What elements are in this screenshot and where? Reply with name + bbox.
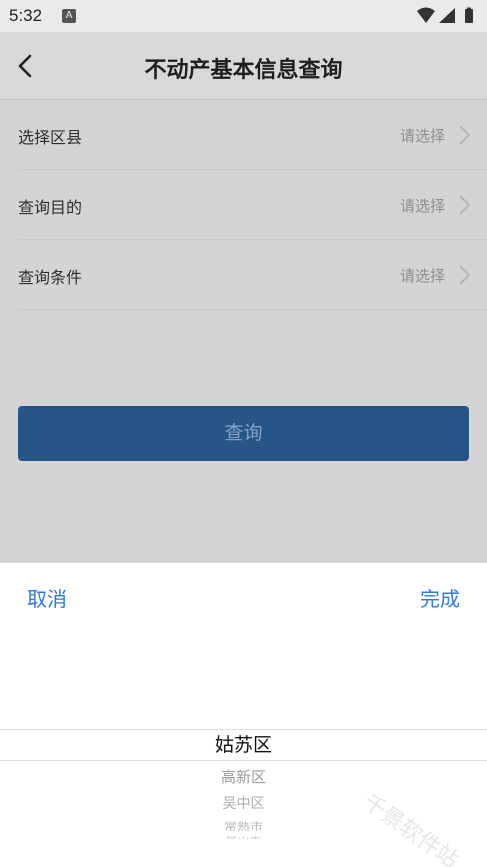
status-bar: 5:32 A bbox=[0, 0, 487, 32]
done-button[interactable]: 完成 bbox=[420, 583, 460, 612]
signal-icon bbox=[439, 8, 455, 23]
status-icons bbox=[417, 7, 473, 23]
cancel-button[interactable]: 取消 bbox=[27, 583, 67, 612]
picker-option[interactable]: 高新区 bbox=[0, 766, 487, 787]
battery-icon bbox=[465, 9, 473, 23]
status-time: 5:32 bbox=[9, 6, 43, 25]
picker-selected-option[interactable]: 姑苏区 bbox=[0, 730, 487, 757]
wifi-icon bbox=[417, 7, 435, 23]
picker-divider bbox=[0, 760, 487, 761]
notification-icon: A bbox=[62, 9, 76, 23]
modal-overlay[interactable] bbox=[0, 32, 487, 563]
picker-option[interactable]: 吴中区 bbox=[0, 793, 487, 813]
